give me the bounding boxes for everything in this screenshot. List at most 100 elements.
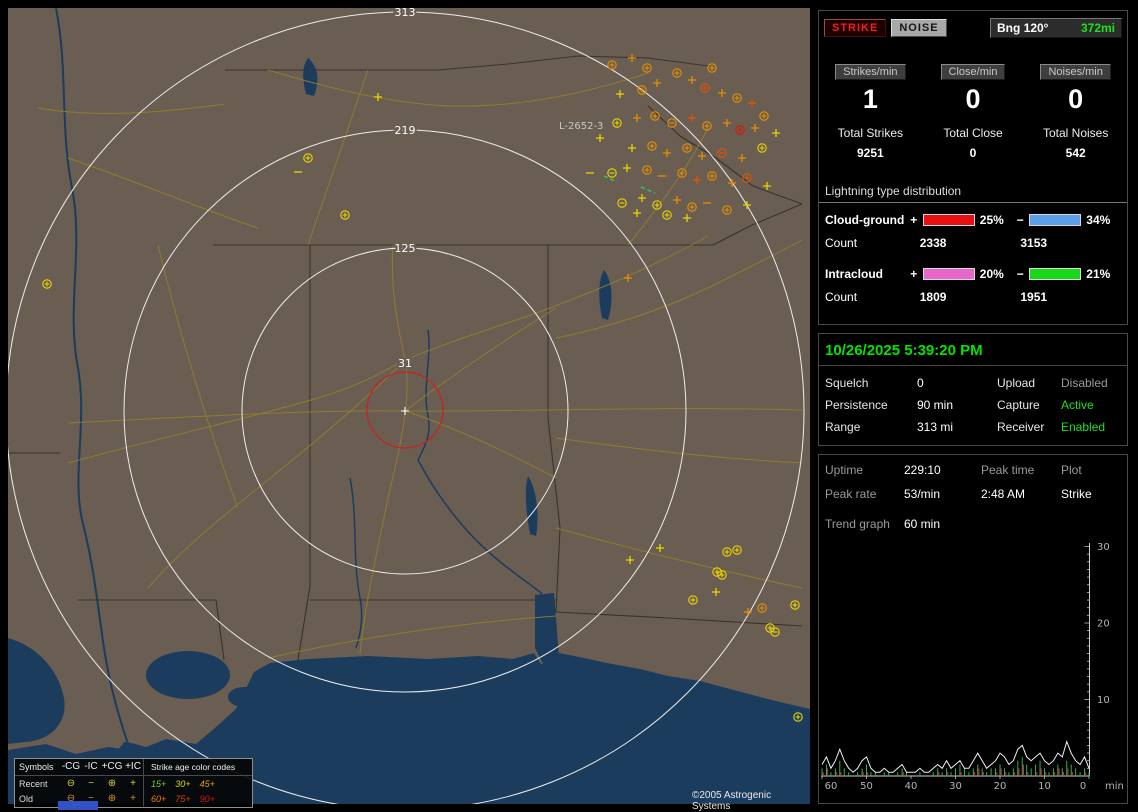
capture-status: Active (1061, 398, 1094, 412)
session-grid: Uptime 229:10 Peak time Plot Peak rate 5… (819, 455, 1127, 501)
strikes-per-min-value: 1 (862, 84, 878, 114)
lake-borgne (228, 687, 260, 707)
pos-cg-percent: 25% (979, 213, 1004, 227)
rate-row: Strikes/min 1 Total Strikes 9251 Close/m… (819, 64, 1127, 160)
noises-per-min-badge: Noises/min (1040, 64, 1111, 80)
peak-rate-label: Peak rate (825, 487, 877, 501)
svg-text:10: 10 (1097, 695, 1110, 706)
intracloud-count-row: Count 1809 1951 (825, 290, 1121, 304)
status-box: 10/26/2025 5:39:20 PM Squelch 0 Upload D… (818, 333, 1128, 446)
close-column: Close/min 0 Total Close 0 (922, 64, 1025, 160)
count-label: Count (825, 290, 858, 304)
bearing-readout: Bng 120° 372mi (990, 18, 1122, 38)
svg-text:60: 60 (825, 781, 838, 792)
cloud-ground-count-row: Count 2338 3153 (825, 236, 1121, 250)
pos-ic-percent: 20% (979, 267, 1004, 281)
pos-ic-color-chip (922, 268, 975, 280)
upload-status: Disabled (1061, 376, 1108, 390)
strikes-column: Strikes/min 1 Total Strikes 9251 (819, 64, 922, 160)
trend-graph-window: 60 min (904, 517, 941, 531)
age-75: 75+ (175, 793, 191, 804)
app-window: 313 219 125 31 L-2652-3 Symbols -CG -IC +CG … (0, 0, 1138, 812)
total-close-label: Total Close (943, 126, 1003, 140)
minus-icon: − (88, 777, 94, 789)
strikes-per-min-badge: Strikes/min (835, 64, 906, 80)
close-per-min-badge: Close/min (940, 64, 1006, 80)
age-60: 60+ (151, 793, 167, 804)
upload-label: Upload (997, 376, 1036, 390)
svg-text:30: 30 (949, 781, 962, 792)
status-grid: Squelch 0 Upload Disabled Persistence 90… (819, 366, 1127, 434)
total-noises-label: Total Noises (1042, 126, 1109, 140)
age-45: 45+ (199, 778, 215, 789)
pos-cg-color-chip (922, 214, 975, 226)
legend-old-label: Old (19, 793, 34, 804)
lake-pontchartrain (146, 651, 230, 699)
svg-text:20: 20 (1097, 619, 1110, 630)
lightning-map[interactable]: 313 219 125 31 L-2652-3 Symbols -CG -IC +CG … (8, 8, 810, 812)
bearing-label: Bng 120° (997, 21, 1049, 35)
noise-mode-button[interactable]: NOISE (891, 19, 947, 37)
svg-text:219: 219 (395, 124, 416, 137)
svg-text:20: 20 (994, 781, 1007, 792)
range-label: Range (825, 420, 861, 434)
close-per-min-value: 0 (965, 84, 981, 114)
peak-rate-value: 53/min (904, 487, 941, 501)
receiver-status: Enabled (1061, 420, 1106, 434)
plus-sign: + (910, 213, 918, 227)
plot-value: Strike (1061, 487, 1092, 501)
neg-cg-count: 3153 (1020, 236, 1048, 250)
svg-text:313: 313 (395, 8, 416, 19)
total-close-value: 0 (969, 146, 977, 160)
circled-plus-icon: ⊕ (107, 792, 117, 804)
legend-header-row: Symbols -CG -IC +CG +IC Strike age color… (15, 759, 252, 776)
noises-per-min-value: 0 (1068, 84, 1084, 114)
svg-text:31: 31 (398, 357, 412, 370)
rates-box: STRIKE NOISE Bng 120° 372mi Strikes/min … (818, 10, 1128, 325)
cloud-ground-row: Cloud-ground + 25% − 34% (825, 213, 1121, 227)
svg-text:min: min (1105, 781, 1124, 792)
neg-ic-color-chip (1029, 268, 1082, 280)
legend-col-neg-ic: -IC (84, 761, 98, 772)
pos-ic-count: 1809 (919, 290, 947, 304)
legend-old-ages: 60+ 75+ 90+ (143, 791, 250, 806)
map-canvas: 313 219 125 31 L-2652-3 (8, 8, 810, 804)
trend-graph-row: Trend graph 60 min (819, 501, 1127, 531)
datetime-display: 10/26/2025 5:39:20 PM (819, 334, 1127, 366)
legend-symbols-label: Symbols (19, 762, 54, 772)
persistence-label: Persistence (825, 398, 888, 412)
plot-label: Plot (1061, 463, 1082, 477)
cloud-ground-label: Cloud-ground (825, 213, 905, 227)
legend-col-pos-cg: +CG (101, 761, 123, 772)
legend-old-row: Old ⊖ − ⊕ + 60+ 75+ 90+ (15, 791, 252, 806)
svg-text:0: 0 (1080, 781, 1086, 792)
total-noises-value: 542 (1065, 146, 1086, 160)
minus-sign: − (1016, 267, 1024, 281)
receiver-label: Receiver (997, 420, 1045, 434)
trend-box: Uptime 229:10 Peak time Plot Peak rate 5… (818, 454, 1128, 804)
neg-ic-count: 1951 (1020, 290, 1048, 304)
total-strikes-label: Total Strikes (837, 126, 904, 140)
legend-age-title: Strike age color codes (143, 759, 250, 775)
taskbar-chip (58, 801, 98, 810)
copyright-text: ©2005 Astrogenic Systems (692, 790, 772, 812)
strike-mode-button[interactable]: STRIKE (824, 19, 887, 37)
neg-ic-percent: 21% (1086, 267, 1111, 281)
capture-label: Capture (997, 398, 1040, 412)
age-15: 15+ (151, 778, 167, 789)
peak-time-label: Peak time (981, 463, 1035, 477)
range-value: 313 mi (917, 420, 954, 434)
plus-sign: + (910, 267, 918, 281)
count-label: Count (825, 236, 858, 250)
neg-cg-color-chip (1029, 214, 1082, 226)
minus-sign: − (1016, 213, 1024, 227)
circled-minus-icon: ⊖ (66, 777, 76, 789)
intracloud-label: Intracloud (825, 267, 884, 281)
svg-text:125: 125 (395, 242, 416, 255)
trend-graph: 30 20 10 60 50 40 30 20 10 0 min (821, 542, 1124, 792)
bearing-range: 372mi (1080, 21, 1115, 35)
noises-column: Noises/min 0 Total Noises 542 (1024, 64, 1127, 160)
distribution-title: Lightning type distribution (819, 184, 1127, 203)
svg-text:10: 10 (1038, 781, 1051, 792)
svg-text:L-2652-3: L-2652-3 (559, 121, 603, 132)
